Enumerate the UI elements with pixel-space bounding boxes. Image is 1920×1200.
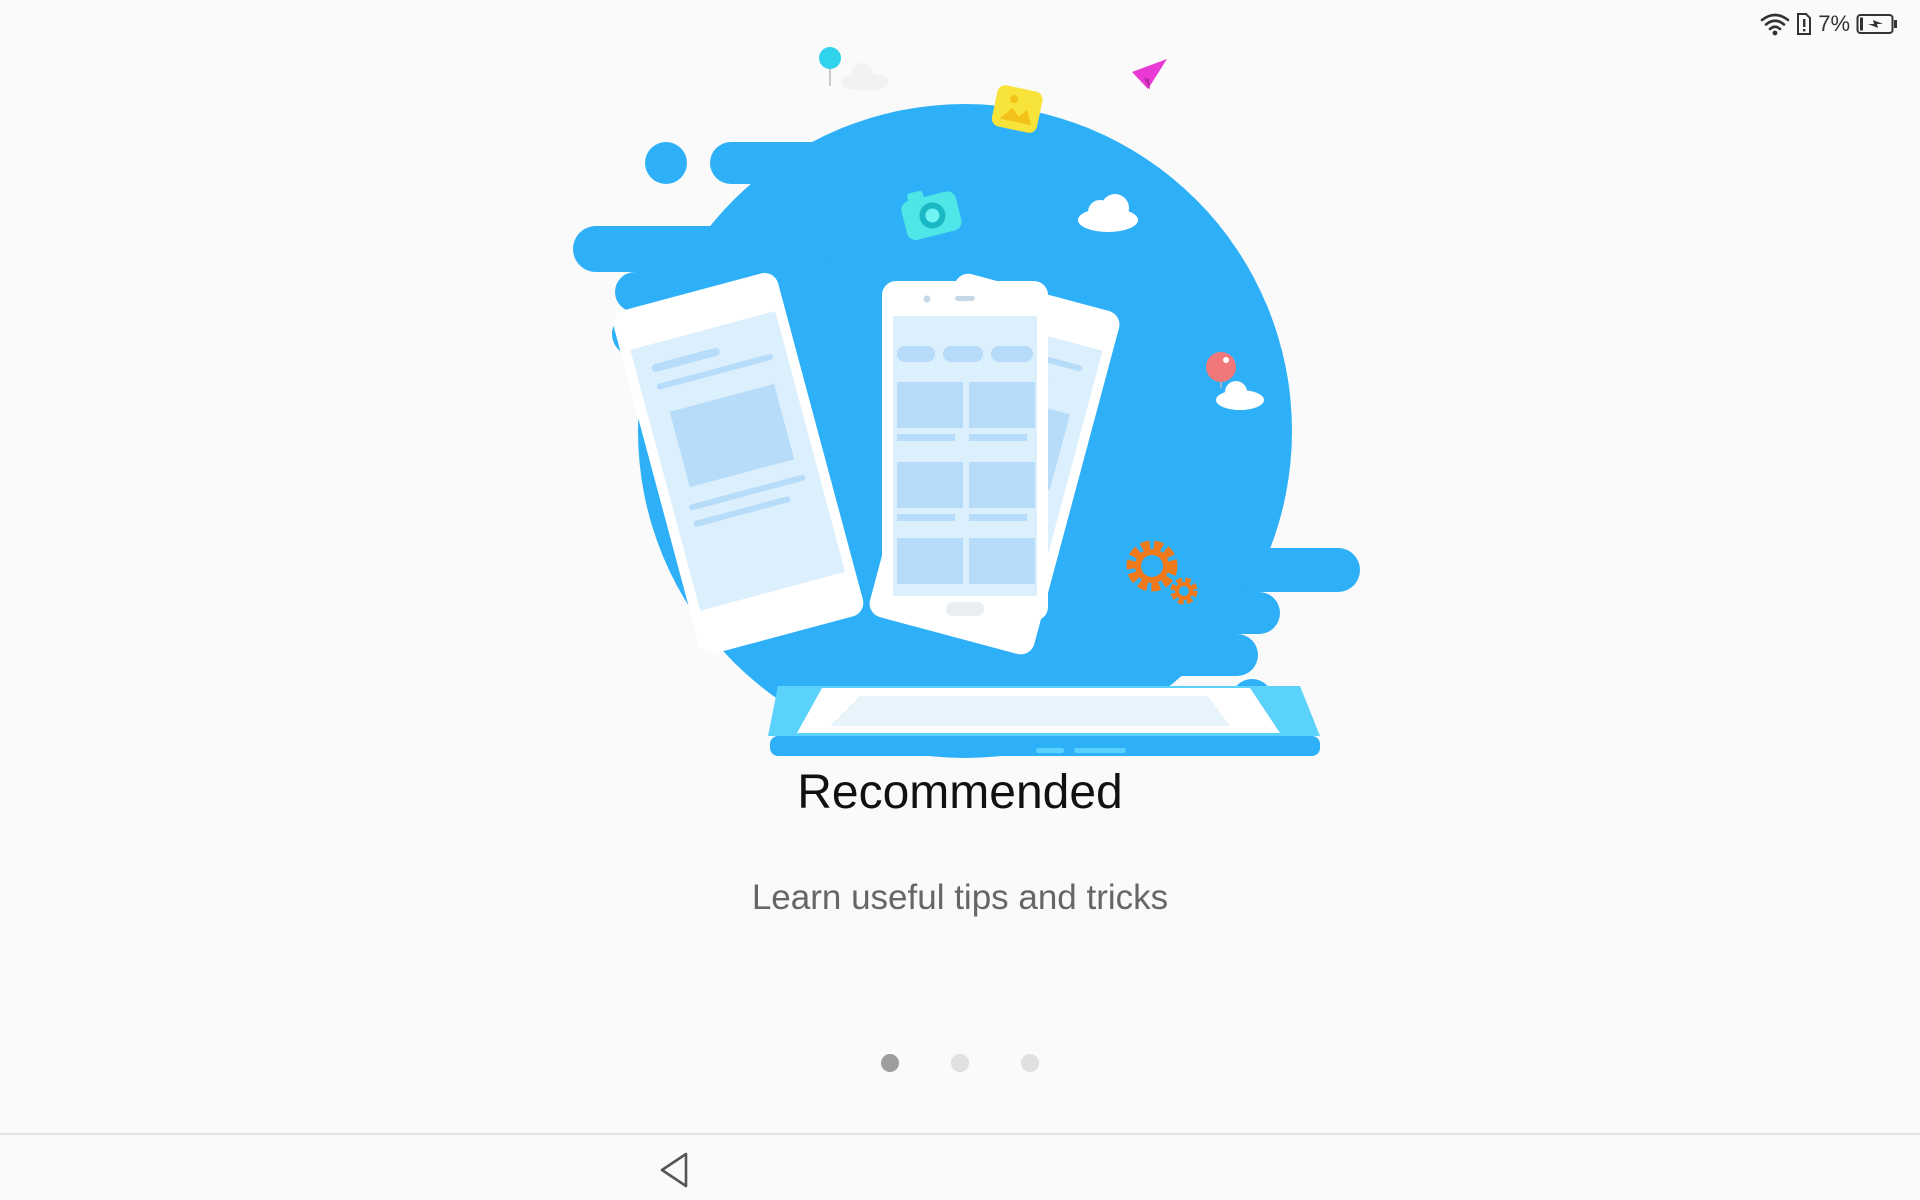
battery-charging-icon [1856, 13, 1898, 35]
tablet-illustration [768, 686, 1320, 756]
cloud-icon [841, 63, 889, 91]
paper-plane-icon [1132, 59, 1167, 90]
sim-alert-icon [1796, 12, 1812, 36]
wifi-icon [1760, 12, 1790, 36]
phone-center-illustration [882, 281, 1048, 621]
onboarding-subtitle: Learn useful tips and tricks [751, 878, 1169, 917]
page-dot-1[interactable] [881, 1054, 899, 1072]
onboarding-illustration [560, 36, 1360, 776]
battery-percent: 7% [1818, 11, 1850, 36]
page-dot-2[interactable] [951, 1054, 969, 1072]
navigation-bar [0, 1133, 1920, 1200]
page-dot-3[interactable] [1021, 1054, 1039, 1072]
balloon-icon [819, 47, 841, 86]
status-bar: 7% [1760, 0, 1920, 48]
page-indicator [0, 1054, 1920, 1072]
onboarding-title: Recommended [797, 766, 1123, 819]
back-icon[interactable] [656, 1149, 702, 1191]
onboarding-screen: 7% Recommended Learn useful tips and tri… [0, 0, 1920, 1200]
